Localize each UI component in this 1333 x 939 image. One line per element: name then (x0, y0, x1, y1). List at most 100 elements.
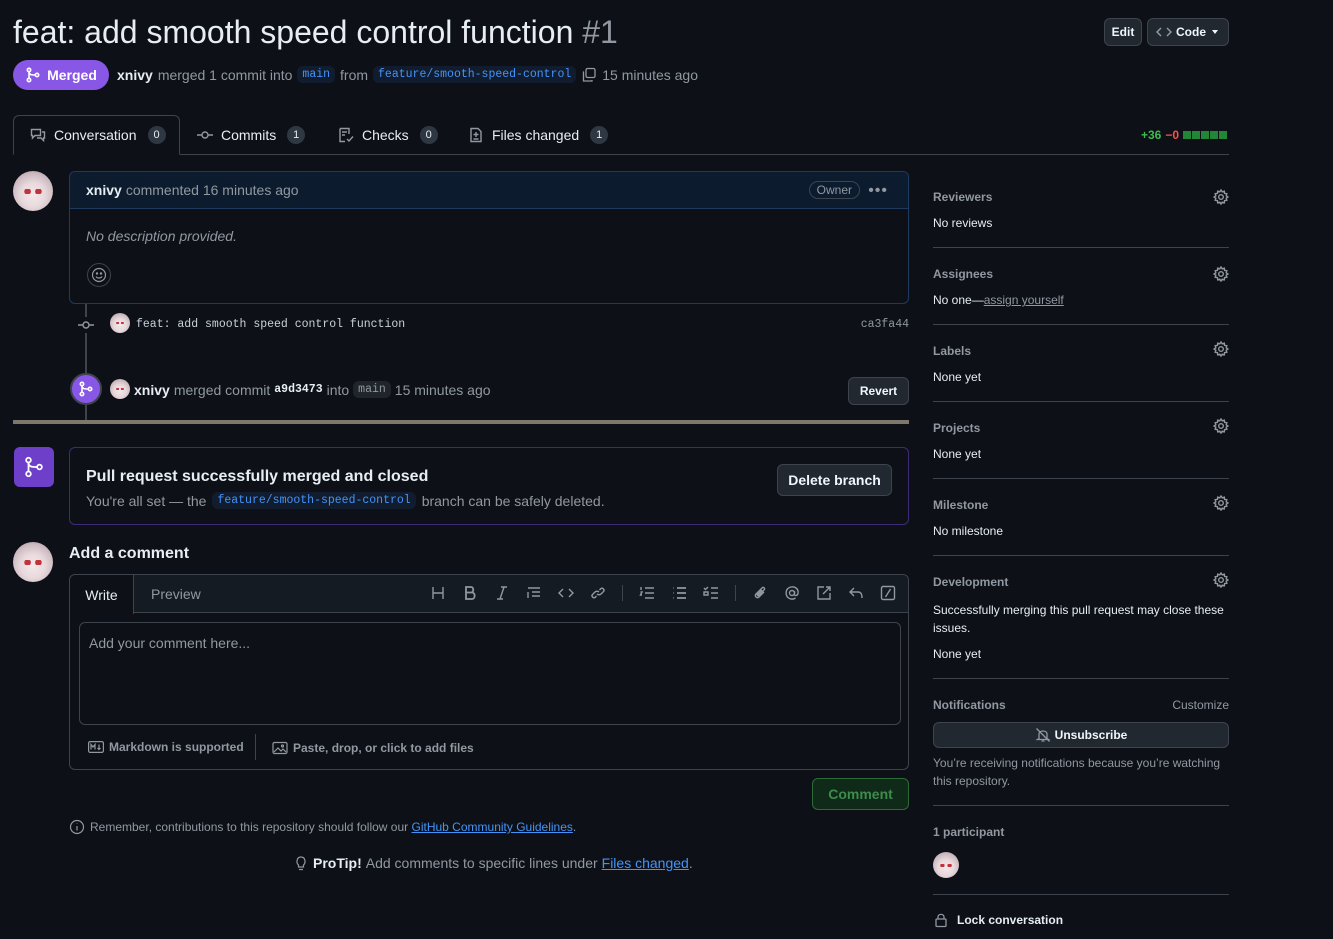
projects-gear-icon[interactable] (1212, 417, 1230, 435)
tab-commits[interactable]: Commits 1 (197, 115, 306, 155)
cross-reference-icon[interactable] (816, 585, 832, 601)
assignees-none: No one— (933, 293, 984, 307)
slash-commands-icon[interactable] (880, 585, 896, 601)
kebab-menu-icon[interactable]: ••• (868, 182, 888, 200)
mention-icon[interactable] (784, 585, 800, 601)
comment-textarea[interactable]: Add your comment here... (79, 622, 901, 725)
notifications-customize-link[interactable]: Customize (1172, 698, 1229, 712)
protip-label: ProTip! (313, 855, 362, 871)
delete-branch-button[interactable]: Delete branch (777, 464, 892, 496)
merge-event-branch[interactable]: main (353, 381, 391, 398)
assignees-value: No one—assign yourself (933, 293, 1064, 307)
emoji-reaction-button[interactable] (87, 263, 111, 287)
diffstat[interactable]: +36 −0 (1141, 128, 1228, 142)
assignees-gear-icon[interactable] (1212, 265, 1230, 283)
revert-label: Revert (859, 384, 898, 398)
labels-title[interactable]: Labels (933, 344, 971, 358)
commit-icon (78, 317, 94, 333)
pr-author[interactable]: xnivy (117, 67, 153, 83)
chevron-down-icon (1212, 30, 1218, 34)
notifications-desc: You’re receiving notifications because y… (933, 756, 1221, 788)
milestone-gear-icon[interactable] (1212, 494, 1230, 512)
milestone-value: No milestone (933, 524, 1004, 538)
edit-button[interactable]: Edit (1104, 18, 1142, 46)
info-icon (69, 819, 85, 835)
attach-files[interactable]: Paste, drop, or click to add files (272, 740, 474, 756)
community-guidelines-link[interactable]: GitHub Community Guidelines (412, 820, 573, 834)
lock-conversation[interactable]: Lock conversation (933, 912, 1063, 928)
assignees-title[interactable]: Assignees (933, 267, 993, 281)
code-button[interactable]: Code (1147, 18, 1229, 46)
reply-icon[interactable] (848, 585, 864, 601)
tab-checks-label: Checks (362, 127, 409, 143)
new-comment-avatar[interactable] (13, 542, 53, 582)
merge-icon (25, 456, 43, 478)
link-icon[interactable] (590, 585, 606, 601)
diffstat-deletions: −0 (1165, 128, 1180, 142)
ordered-list-icon[interactable] (639, 585, 655, 601)
tab-conversation[interactable]: Conversation 0 (30, 115, 166, 155)
reviewers-title[interactable]: Reviewers (933, 190, 992, 204)
merged-box-branch[interactable]: feature/smooth-speed-control (212, 492, 416, 509)
revert-button[interactable]: Revert (848, 377, 909, 405)
bold-icon[interactable] (462, 585, 478, 601)
markdown-note[interactable]: Markdown is supported (88, 740, 244, 754)
attach-label: Paste, drop, or click to add files (293, 741, 474, 755)
tab-checks[interactable]: Checks 0 (338, 115, 438, 155)
reviewers-gear-icon[interactable] (1212, 188, 1230, 206)
file-diff-icon (470, 127, 482, 143)
comment-action: commented 16 minutes ago (125, 182, 299, 198)
comment-placeholder: Add your comment here... (89, 635, 251, 651)
paperclip-icon[interactable] (752, 585, 768, 601)
merged-box: Pull request successfully merged and clo… (69, 447, 909, 525)
projects-title[interactable]: Projects (933, 421, 980, 435)
sidebar-milestone: Milestone No milestone (933, 494, 1230, 556)
protip-end: . (688, 855, 693, 871)
pr-number: #1 (582, 14, 618, 50)
code-icon (1156, 27, 1172, 37)
lock-icon (935, 913, 947, 928)
heading-icon[interactable] (430, 585, 446, 601)
merge-event-author[interactable]: xnivy (134, 382, 170, 398)
sidebar-projects: Projects None yet (933, 417, 1230, 479)
assign-yourself-link[interactable]: assign yourself (984, 293, 1064, 307)
comment-submit-button[interactable]: Comment (812, 778, 909, 810)
italic-icon[interactable] (494, 585, 510, 601)
guidelines-note: Remember, contributions to this reposito… (69, 819, 576, 835)
lightbulb-icon (296, 856, 306, 871)
commit-icon (197, 131, 213, 139)
base-branch[interactable]: main (297, 66, 336, 83)
tabs-bottom-border (13, 154, 1229, 155)
tab-write[interactable]: Write (70, 575, 134, 614)
merge-event-sha[interactable]: a9d3473 (274, 383, 322, 396)
files-changed-link[interactable]: Files changed (602, 855, 689, 871)
milestone-title[interactable]: Milestone (933, 498, 988, 512)
quote-icon[interactable] (526, 585, 542, 601)
code-icon[interactable] (558, 585, 574, 601)
comment-author[interactable]: xnivy (86, 182, 122, 198)
copy-icon[interactable] (581, 67, 597, 83)
tab-files-changed[interactable]: Files changed 1 (468, 115, 609, 155)
development-gear-icon[interactable] (1212, 571, 1230, 589)
development-title[interactable]: Development (933, 575, 1008, 589)
tab-preview[interactable]: Preview (151, 586, 201, 602)
unsubscribe-button[interactable]: Unsubscribe (933, 722, 1229, 748)
commit-sha[interactable]: ca3fa44 (861, 318, 909, 331)
pr-title: feat: add smooth speed control function … (13, 14, 618, 51)
unordered-list-icon[interactable] (671, 585, 687, 601)
summary-mid: merged 1 commit into (157, 66, 293, 83)
commit-message[interactable]: feat: add smooth speed control function (136, 318, 405, 331)
head-branch[interactable]: feature/smooth-speed-control (373, 66, 577, 83)
participant-avatar[interactable] (933, 852, 959, 878)
merge-event-avatar[interactable] (110, 379, 130, 399)
task-list-icon[interactable] (703, 585, 719, 601)
comment-avatar[interactable] (13, 171, 53, 211)
merge-event-time: 15 minutes ago (394, 381, 491, 398)
merge-icon (26, 67, 40, 83)
diffstat-bar (1183, 131, 1228, 139)
labels-gear-icon[interactable] (1212, 340, 1230, 358)
sidebar-labels: Labels None yet (933, 340, 1230, 402)
commit-avatar[interactable] (110, 313, 130, 333)
guidelines-end: . (572, 820, 577, 834)
markdown-label: Markdown is supported (109, 740, 244, 754)
